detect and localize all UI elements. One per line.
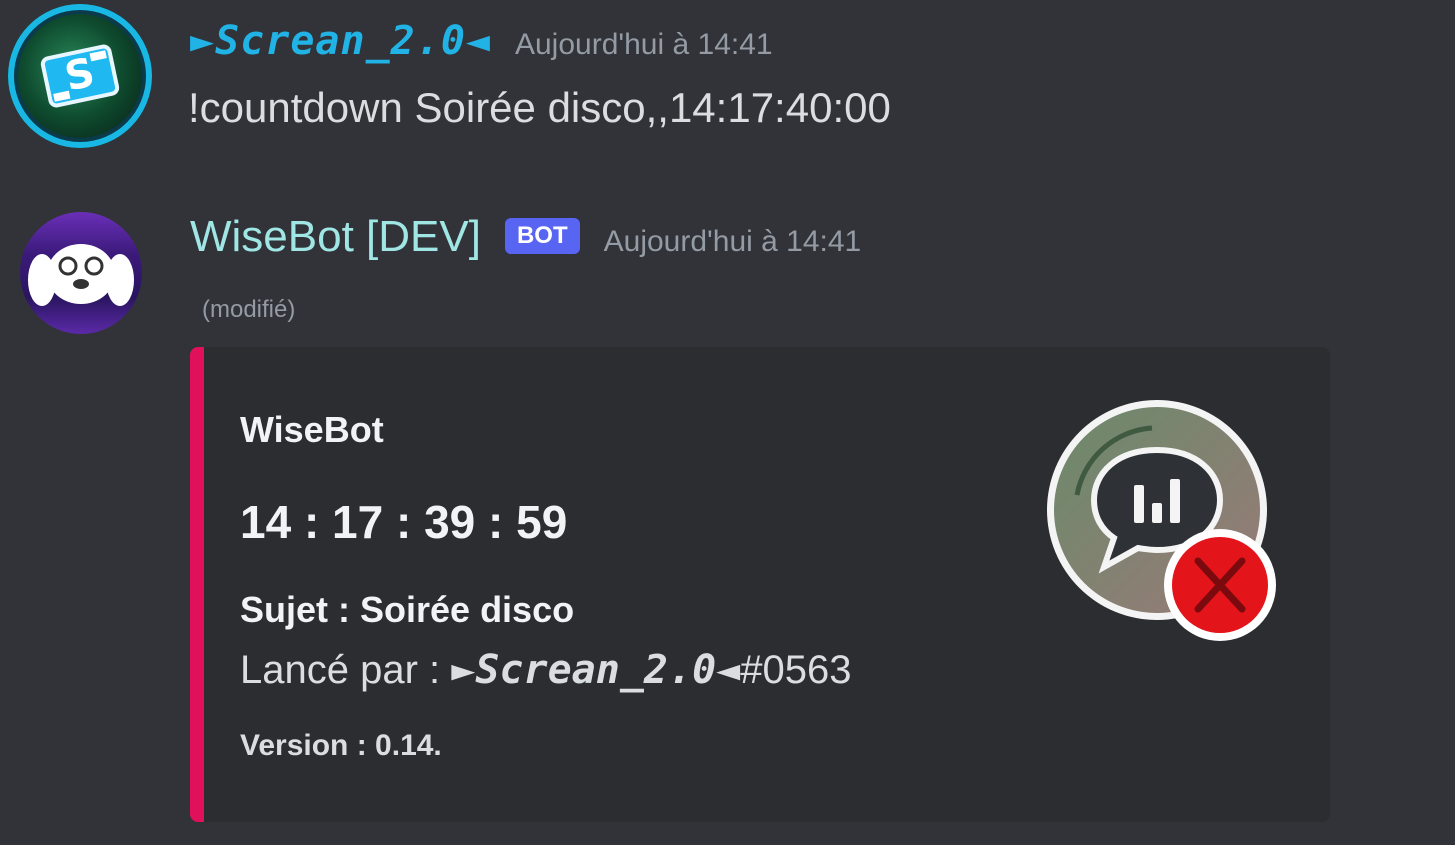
timestamp[interactable]: Aujourd'hui à 14:41 [604,225,862,259]
embed-author: WiseBot [240,409,384,450]
message-header: ►Screan_2.0◄ Aujourd'hui à 14:41 [190,18,773,64]
timestamp[interactable]: Aujourd'hui à 14:41 [515,28,773,62]
bot-badge: BOT [504,218,580,254]
countdown-timer: 14 : 17 : 39 : 59 [240,496,568,548]
embed-accent-bar [190,347,204,822]
edited-label: (modifié) [202,296,296,323]
username[interactable]: WiseBot [DEV] [190,212,481,262]
embed-footer: Version : 0.14. [240,729,442,762]
message-content: !countdown Soirée disco,,14:17:40:00 [188,84,891,131]
avatar-wisebot[interactable] [20,212,142,334]
message-screan: S ►Screan_2.0◄ Aujourd'hui à 14:41 !coun… [0,0,1455,170]
embed-subject: Sujet : Soirée disco [240,589,575,630]
dog-face-icon [28,244,134,306]
avatar-screan[interactable]: S [8,4,152,148]
message-header-bot: WiseBot [DEV] BOT Aujourd'hui à 14:41 [190,212,861,262]
launched-prefix: Lancé par : [240,648,452,692]
screan-logo-icon: S [40,44,120,108]
embed-thumbnail[interactable] [1042,395,1282,645]
poll-chat-icon [1047,400,1276,641]
embed: WiseBot 14 : 17 : 39 : 59 Sujet : Soirée… [190,347,1330,822]
launched-tag: #0563 [740,648,852,692]
launched-user[interactable]: ►Screan_2.0◄ [451,647,740,693]
username[interactable]: ►Screan_2.0◄ [190,18,491,64]
embed-launched-by: Lancé par : ►Screan_2.0◄#0563 [240,647,851,693]
